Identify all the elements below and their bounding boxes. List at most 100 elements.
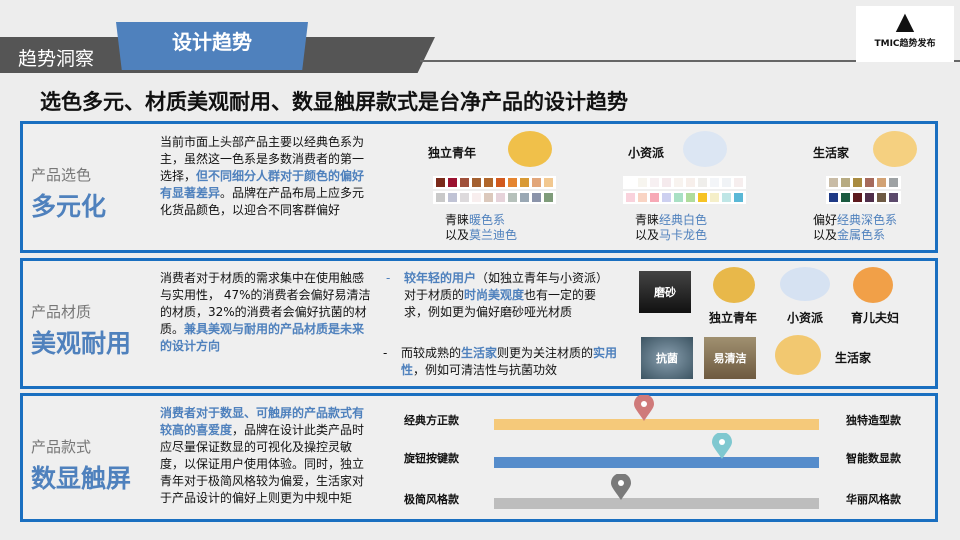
map-pin-icon bbox=[711, 433, 732, 459]
color-swatch bbox=[626, 178, 635, 187]
color-swatch bbox=[484, 178, 493, 187]
color-swatch bbox=[448, 193, 457, 202]
illustration-parents bbox=[853, 267, 893, 303]
category-subtitle: 产品款式 bbox=[31, 438, 92, 456]
persona-name: 生活家 bbox=[813, 146, 850, 160]
color-swatch bbox=[889, 178, 898, 187]
text-part: 而较成熟的 bbox=[401, 346, 462, 360]
caption-highlight: 经典深色系 bbox=[837, 213, 898, 227]
map-pin-icon bbox=[633, 395, 654, 421]
color-swatch bbox=[662, 193, 671, 202]
color-swatch bbox=[436, 178, 445, 187]
scale-left-label: 旋钮按键款 bbox=[404, 452, 459, 465]
color-swatch bbox=[722, 193, 731, 202]
color-swatch bbox=[829, 178, 838, 187]
scale-right-label: 独特造型款 bbox=[846, 414, 901, 427]
color-swatch-row bbox=[623, 176, 746, 189]
caption-text: 偏好 bbox=[813, 213, 838, 227]
category-title: 数显触屏 bbox=[31, 464, 132, 493]
category-subtitle: 产品选色 bbox=[31, 166, 92, 184]
color-swatch bbox=[472, 193, 481, 202]
color-swatch-row bbox=[826, 191, 901, 204]
color-swatch bbox=[520, 178, 529, 187]
persona-name: 独立青年 bbox=[428, 146, 477, 160]
persona-illustration bbox=[873, 131, 917, 167]
color-swatch bbox=[877, 178, 886, 187]
color-swatch bbox=[638, 178, 647, 187]
map-pin-icon bbox=[610, 474, 631, 500]
logo: ▲ TMIC趋势发布 bbox=[856, 6, 954, 62]
color-swatch bbox=[829, 193, 838, 202]
color-swatch bbox=[650, 178, 659, 187]
text-highlight: 兼具美观与耐用的产品材质是未来的设计方向 bbox=[160, 322, 365, 353]
color-swatch bbox=[662, 178, 671, 187]
panel-material: 产品材质 美观耐用 消费者对于材质的需求集中在使用触感与实用性， 47%的消费者… bbox=[20, 258, 938, 389]
color-swatch bbox=[889, 193, 898, 202]
color-swatch bbox=[698, 193, 707, 202]
caption-highlight: 莫兰迪色 bbox=[469, 228, 518, 242]
color-swatch bbox=[734, 193, 743, 202]
color-swatch bbox=[532, 178, 541, 187]
color-swatch-row bbox=[826, 176, 901, 189]
antibacterial-image: 抗菌 bbox=[641, 337, 693, 379]
illustration-petite-bourgeois bbox=[780, 267, 830, 301]
section-label: 趋势洞察 bbox=[18, 48, 95, 70]
panel-color: 产品选色 多元化 当前市面上头部产品主要以经典色系为主，虽然这一色系是多数消费者… bbox=[20, 121, 938, 253]
color-swatch bbox=[638, 193, 647, 202]
bullet-young: - 较年轻的用户（如独立青年与小资派）对于材质的时尚美观度也有一定的要求，例如更… bbox=[386, 271, 609, 319]
illustration-lifestyle bbox=[775, 335, 821, 375]
group-label: 独立青年 bbox=[709, 311, 758, 325]
text-highlight: 时尚美观度 bbox=[464, 288, 525, 302]
tab-design-trend[interactable]: 设计趋势 bbox=[116, 22, 308, 70]
color-swatch bbox=[841, 193, 850, 202]
color-swatch-row bbox=[623, 191, 746, 204]
color-swatch bbox=[853, 178, 862, 187]
panel-text: 消费者对于数显、可触屏的产品款式有较高的喜爱度，品牌在设计此类产品时应尽量保证数… bbox=[160, 405, 375, 507]
color-swatch bbox=[650, 193, 659, 202]
color-swatch bbox=[865, 193, 874, 202]
color-swatch bbox=[544, 178, 553, 187]
caption-highlight: 暖色系 bbox=[469, 213, 506, 227]
color-swatch bbox=[520, 193, 529, 202]
caption-text: 以及 bbox=[813, 228, 838, 242]
persona-caption: 青睐经典白色 以及马卡龙色 bbox=[635, 213, 707, 243]
scale-left-label: 极简风格款 bbox=[404, 493, 459, 506]
persona-caption: 偏好经典深色系 以及金属色系 bbox=[813, 213, 897, 243]
matte-texture-image: 磨砂 bbox=[639, 271, 691, 313]
text-highlight: 生活家 bbox=[461, 346, 498, 360]
scale-right-label: 智能数显款 bbox=[846, 452, 901, 465]
caption-text: 以及 bbox=[635, 228, 660, 242]
group-label: 育儿夫妇 bbox=[851, 311, 900, 325]
persona-illustration bbox=[683, 131, 727, 167]
text-highlight: 较年轻的用户 bbox=[404, 271, 477, 285]
color-swatch bbox=[484, 193, 493, 202]
color-swatch bbox=[710, 193, 719, 202]
caption-highlight: 金属色系 bbox=[837, 228, 886, 242]
color-swatch bbox=[460, 193, 469, 202]
color-swatch bbox=[674, 193, 683, 202]
color-swatch bbox=[448, 178, 457, 187]
color-swatch bbox=[460, 178, 469, 187]
logo-a-icon: ▲ bbox=[895, 7, 915, 35]
page-title: 选色多元、材质美观耐用、数显触屏款式是台净产品的设计趋势 bbox=[40, 90, 628, 114]
persona-illustration bbox=[508, 131, 552, 167]
color-swatch bbox=[626, 193, 635, 202]
color-swatch bbox=[436, 193, 445, 202]
logo-text: TMIC趋势发布 bbox=[874, 39, 936, 49]
scale-bar bbox=[494, 498, 819, 509]
color-swatch bbox=[532, 193, 541, 202]
text-part: ，例如可清洁性与抗菌功效 bbox=[413, 363, 558, 377]
color-swatch bbox=[686, 193, 695, 202]
group-label: 生活家 bbox=[835, 351, 872, 365]
bullet-mature: - 而较成熟的生活家则更为关注材质的实用性，例如可清洁性与抗菌功效 bbox=[383, 346, 618, 377]
caption-text: 以及 bbox=[445, 228, 470, 242]
scale-bar bbox=[494, 419, 819, 430]
scale-left-label: 经典方正款 bbox=[404, 414, 459, 427]
color-swatch bbox=[698, 178, 707, 187]
category-subtitle: 产品材质 bbox=[31, 303, 92, 321]
panel-text: 消费者对于材质的需求集中在使用触感与实用性， 47%的消费者会偏好易清洁的材质，… bbox=[160, 270, 375, 355]
persona-name: 小资派 bbox=[628, 146, 665, 160]
panel-text: 当前市面上头部产品主要以经典色系为主，虽然这一色系是多数消费者的第一选择，但不同… bbox=[160, 134, 375, 219]
group-label: 小资派 bbox=[787, 311, 824, 325]
easy-clean-image: 易清洁 bbox=[704, 337, 756, 379]
